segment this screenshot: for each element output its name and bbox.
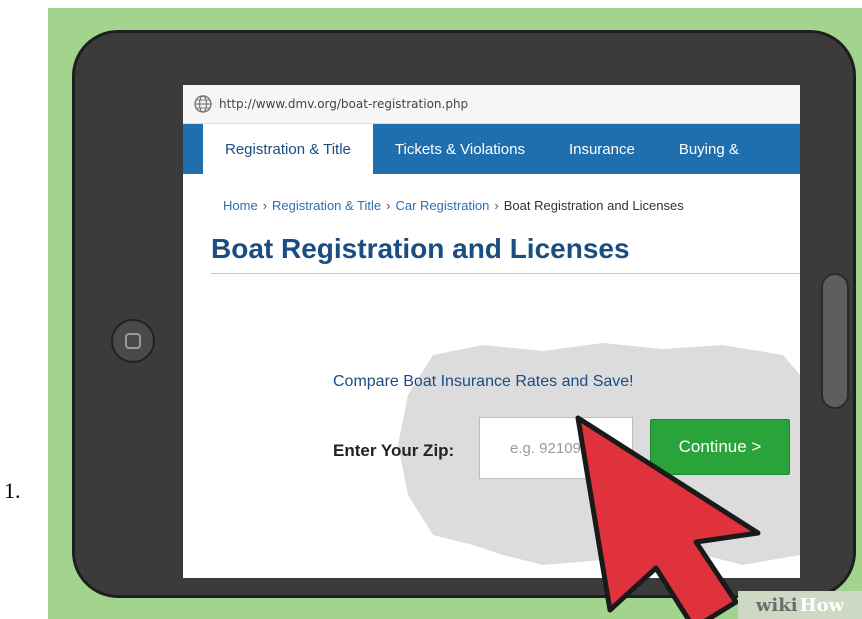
wikihow-watermark: wiki How bbox=[738, 591, 862, 619]
breadcrumb-current: Boat Registration and Licenses bbox=[503, 198, 684, 213]
tab-insurance[interactable]: Insurance bbox=[547, 124, 657, 174]
tablet-home-button[interactable] bbox=[111, 319, 155, 363]
home-button-icon bbox=[125, 333, 141, 349]
breadcrumb-home[interactable]: Home bbox=[223, 198, 258, 213]
illustration: http://www.dmv.org/boat-registration.php… bbox=[48, 8, 862, 619]
tab-registration-title[interactable]: Registration & Title bbox=[203, 124, 373, 174]
watermark-wiki: wiki bbox=[755, 594, 798, 616]
promo-text: Compare Boat Insurance Rates and Save! bbox=[333, 373, 634, 390]
zip-label: Enter Your Zip: bbox=[333, 441, 455, 460]
breadcrumb-car-registration[interactable]: Car Registration bbox=[395, 198, 489, 213]
url-text: http://www.dmv.org/boat-registration.php bbox=[219, 97, 469, 111]
page-title: Boat Registration and Licenses bbox=[211, 233, 630, 264]
title-divider bbox=[211, 273, 800, 274]
tab-buying[interactable]: Buying & bbox=[657, 124, 761, 174]
main-nav: Registration & Title Tickets & Violation… bbox=[183, 124, 800, 174]
watermark-how: How bbox=[799, 594, 845, 616]
cursor-arrow-icon bbox=[575, 415, 761, 619]
list-marker: 1. bbox=[4, 478, 21, 503]
tab-tickets-violations[interactable]: Tickets & Violations bbox=[373, 124, 547, 174]
tablet-side-handle bbox=[821, 273, 849, 409]
globe-icon bbox=[194, 95, 212, 113]
breadcrumb-registration[interactable]: Registration & Title bbox=[272, 198, 381, 213]
breadcrumb: Home › Registration & Title › Car Registrati… bbox=[223, 198, 800, 213]
breadcrumb-separator: › bbox=[386, 198, 391, 213]
address-bar[interactable]: http://www.dmv.org/boat-registration.php bbox=[183, 85, 800, 124]
breadcrumb-separator: › bbox=[262, 198, 268, 213]
breadcrumb-separator: › bbox=[494, 198, 499, 213]
